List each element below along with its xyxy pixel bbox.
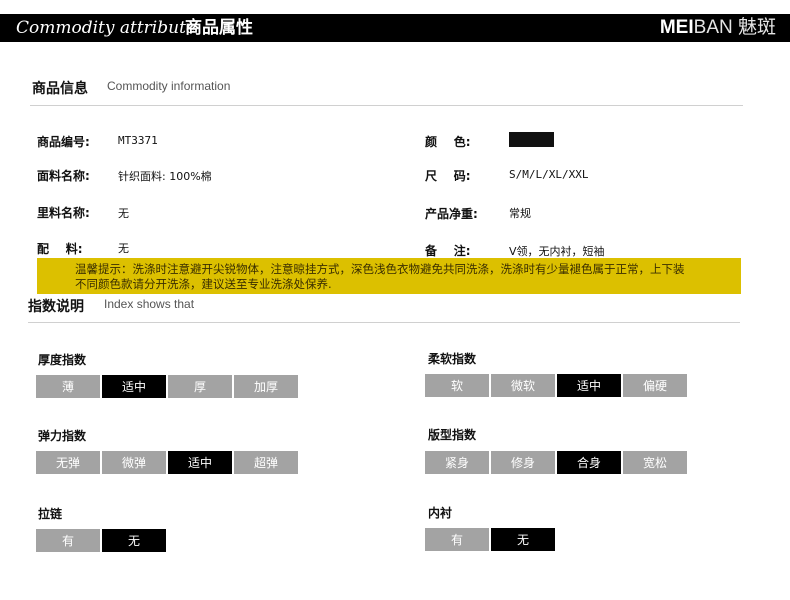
info-section-title: 商品信息 <box>32 81 88 97</box>
zipper-options: 有无 <box>36 529 166 552</box>
inner-option: 无 <box>491 528 555 551</box>
info-section-subtitle: Commodity information <box>107 79 231 93</box>
elasticity-options: 无弹 微弹 适中 超弹 <box>36 451 298 474</box>
banner-title-zh: 商品属性 <box>185 18 253 38</box>
code-value: MT3371 <box>118 134 158 147</box>
lining-value: 无 <box>118 207 129 220</box>
code-label: 商品编号: <box>37 135 90 149</box>
accessory-value: 无 <box>118 242 129 255</box>
zipper-option: 有 <box>36 529 100 552</box>
index-section-subtitle: Index shows that <box>104 297 195 311</box>
fabric-label: 面料名称: <box>37 169 90 183</box>
note-value: V领，无内衬，短袖 <box>509 245 605 258</box>
banner-title-en: Commodity attribute <box>16 18 196 38</box>
lining-label: 里料名称: <box>37 206 90 220</box>
fit-options: 紧身 修身 合身 宽松 <box>425 451 687 474</box>
weight-value: 常规 <box>509 207 531 220</box>
elasticity-option: 适中 <box>168 451 232 474</box>
thickness-option: 厚 <box>168 375 232 398</box>
fit-option: 宽松 <box>623 451 687 474</box>
thickness-title: 厚度指数 <box>38 353 87 367</box>
thickness-option: 薄 <box>36 375 100 398</box>
thickness-options: 薄适中厚加厚 <box>36 375 298 398</box>
zipper-title: 拉链 <box>38 507 63 521</box>
divider <box>30 105 743 106</box>
color-swatch <box>509 132 554 147</box>
elasticity-option: 超弹 <box>234 451 298 474</box>
inner-option: 有 <box>425 528 489 551</box>
size-value: S/M/L/XL/XXL <box>509 168 589 181</box>
note-label: 备 注: <box>425 244 471 258</box>
accessory-label: 配 料: <box>37 242 83 256</box>
fit-option: 修身 <box>491 451 555 474</box>
softness-option: 偏硬 <box>623 374 687 397</box>
inner-options: 有无 <box>425 528 555 551</box>
inner-title: 内衬 <box>428 506 453 520</box>
fit-option: 紧身 <box>425 451 489 474</box>
size-label: 尺 码: <box>425 169 471 183</box>
brand-logo: MEIBAN 魅斑 <box>659 17 776 38</box>
care-notice-line1: 温馨提示：洗涤时注意避开尖锐物体，注意晾挂方式，深色浅色衣物避免共同洗涤，洗涤时… <box>75 262 685 276</box>
softness-option: 微软 <box>491 374 555 397</box>
elasticity-option: 微弹 <box>102 451 166 474</box>
index-section-title: 指数说明 <box>28 299 84 315</box>
care-notice: 温馨提示：洗涤时注意避开尖锐物体，注意晾挂方式，深色浅色衣物避免共同洗涤，洗涤时… <box>37 258 741 294</box>
softness-title: 柔软指数 <box>428 352 477 366</box>
header-banner: Commodity attribute 商品属性 MEIBAN 魅斑 <box>0 14 790 42</box>
care-notice-line2: 不同颜色款请分开洗涤，建议送至专业洗涤处保养. <box>75 277 332 291</box>
thickness-option: 加厚 <box>234 375 298 398</box>
divider <box>28 322 740 323</box>
zipper-option: 无 <box>102 529 166 552</box>
softness-option: 适中 <box>557 374 621 397</box>
fit-option: 合身 <box>557 451 621 474</box>
elasticity-option: 无弹 <box>36 451 100 474</box>
softness-options: 软微软 适中 偏硬 <box>425 374 687 397</box>
color-label: 颜 色: <box>425 135 471 149</box>
weight-label: 产品净重: <box>425 207 478 221</box>
thickness-option: 适中 <box>102 375 166 398</box>
fit-title: 版型指数 <box>428 428 477 442</box>
fabric-value: 针织面料: 100%棉 <box>118 170 212 183</box>
elasticity-title: 弹力指数 <box>38 429 87 443</box>
softness-option: 软 <box>425 374 489 397</box>
